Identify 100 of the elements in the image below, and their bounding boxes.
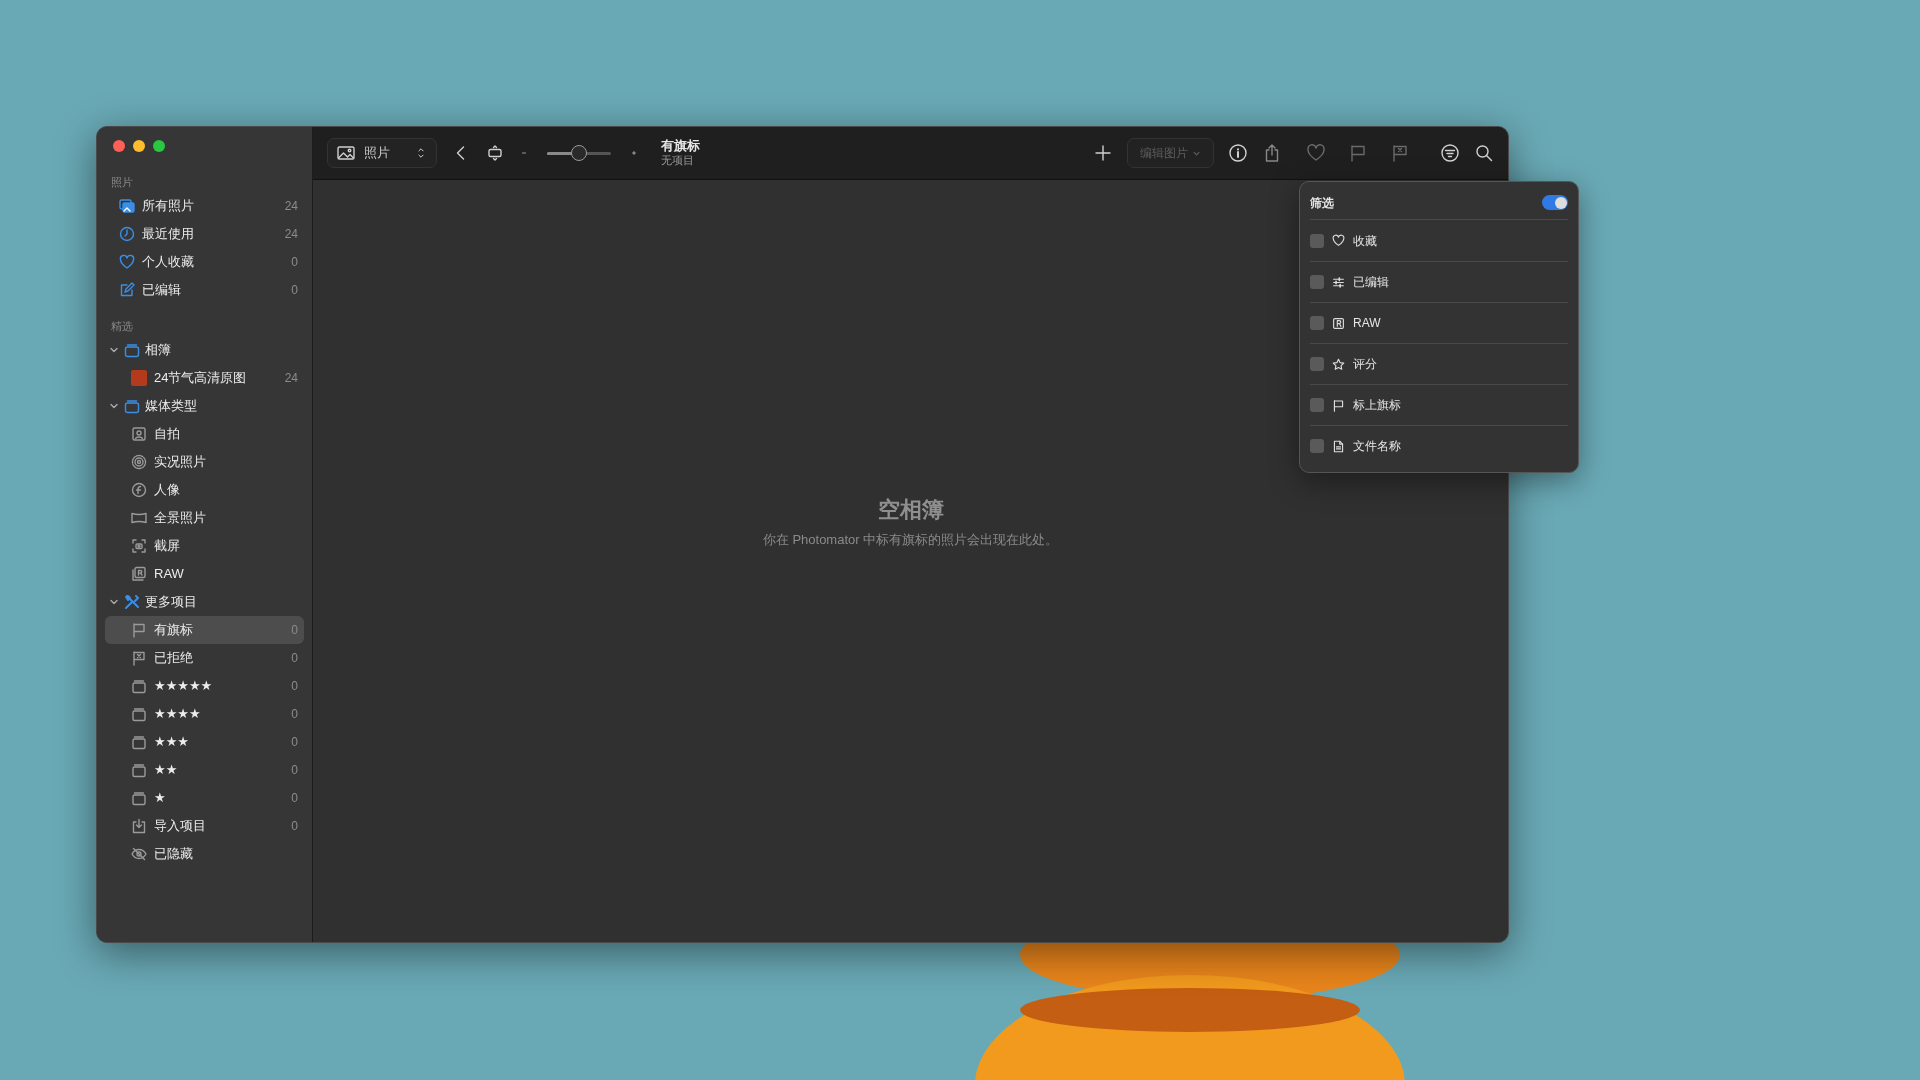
tools-icon <box>124 594 140 610</box>
sidebar-item[interactable]: 有旗标 0 <box>105 616 304 644</box>
sidebar-item[interactable]: ★★★ 0 <box>105 728 304 756</box>
item-label: 人像 <box>154 481 180 500</box>
folder-icon <box>124 398 140 414</box>
import-icon <box>131 818 147 834</box>
slider-thumb[interactable] <box>571 144 587 161</box>
item-count: 24 <box>284 370 298 387</box>
search-icon[interactable] <box>1474 143 1494 163</box>
folder-icon <box>124 342 140 358</box>
sidebar-item[interactable]: 24节气高清原图 24 <box>105 364 304 392</box>
window-subtitle: 无项目 <box>661 154 695 167</box>
item-count: 24 <box>284 226 298 243</box>
item-label: ★★★★★ <box>154 677 213 696</box>
item-label: 有旗标 <box>154 621 193 640</box>
item-label: 全景照片 <box>154 509 206 528</box>
sidebar-item[interactable]: 最近使用 24 <box>105 220 304 248</box>
flag-icon <box>131 622 147 638</box>
popover-title: 筛选 <box>1310 194 1334 212</box>
sidebar-item[interactable]: 已编辑 0 <box>105 276 304 304</box>
section-heading: 照片 <box>110 175 134 190</box>
chevron-icon[interactable] <box>109 597 119 607</box>
close-button[interactable] <box>113 140 125 152</box>
fit-frame-icon[interactable] <box>485 143 505 163</box>
item-count: 0 <box>291 762 298 779</box>
sidebar-item[interactable]: ★★★★ 0 <box>105 700 304 728</box>
filter-checkbox[interactable] <box>1310 275 1324 289</box>
edit-icon <box>119 282 135 298</box>
sidebar-item[interactable]: ★ 0 <box>105 784 304 812</box>
flag-icon[interactable] <box>1348 143 1368 163</box>
zoom-button[interactable] <box>153 140 165 152</box>
minimize-button[interactable] <box>133 140 145 152</box>
view-selector-label: 照片 <box>364 144 390 163</box>
stack-icon <box>131 734 147 750</box>
item-count: 0 <box>291 622 298 639</box>
sidebar-item[interactable]: 截屏 <box>105 532 304 560</box>
chevron-icon[interactable] <box>109 401 119 411</box>
sidebar-item[interactable]: ★★★★★ 0 <box>105 672 304 700</box>
item-label: 24节气高清原图 <box>154 369 247 388</box>
filter-option-label: 标上旗标 <box>1353 397 1401 414</box>
sidebar-item[interactable]: 人像 <box>105 476 304 504</box>
sidebar-item[interactable]: 相簿 <box>105 336 304 364</box>
item-label: 最近使用 <box>142 225 194 244</box>
filter-checkbox[interactable] <box>1310 316 1324 330</box>
chevron-icon[interactable] <box>109 345 119 355</box>
item-label: 个人收藏 <box>142 253 194 272</box>
sidebar-item[interactable]: 已隐藏 <box>105 840 304 868</box>
filter-checkbox[interactable] <box>1310 398 1324 412</box>
add-icon[interactable] <box>1093 143 1113 163</box>
sidebar-item[interactable]: 媒体类型 <box>105 392 304 420</box>
item-label: 相簿 <box>145 341 171 360</box>
item-label: 所有照片 <box>142 197 194 216</box>
sidebar-item[interactable]: 所有照片 24 <box>105 192 304 220</box>
flag-x-icon[interactable] <box>1390 143 1410 163</box>
item-label: 截屏 <box>154 537 180 556</box>
flag-icon <box>1332 398 1345 412</box>
item-count: 0 <box>291 678 298 695</box>
flag-x-icon <box>131 650 147 666</box>
view-selector[interactable]: 照片 <box>327 138 437 168</box>
filter-option-label: 已编辑 <box>1353 274 1389 291</box>
photos-icon <box>119 198 135 214</box>
empty-state-message: 你在 Photomator 中标有旗标的照片会出现在此处。 <box>762 530 1059 549</box>
eye-slash-icon <box>131 846 147 862</box>
info-icon[interactable] <box>1228 143 1248 163</box>
filter-option-label: RAW <box>1353 315 1381 332</box>
sidebar-item[interactable]: 自拍 <box>105 420 304 448</box>
item-label: ★ <box>154 789 166 808</box>
item-label: RAW <box>154 565 184 584</box>
raw-icon <box>1332 316 1345 330</box>
filter-option-label: 文件名称 <box>1353 438 1401 455</box>
filter-checkbox[interactable] <box>1310 233 1324 248</box>
album-thumbnail <box>131 370 147 386</box>
concentric-circles-icon <box>131 454 147 470</box>
sidebar-item[interactable]: RAW <box>105 560 304 588</box>
item-count: 0 <box>291 790 298 807</box>
filter-toggle[interactable] <box>1542 195 1568 210</box>
empty-state-title: 空相簿 <box>877 495 944 524</box>
item-label: 已拒绝 <box>154 649 193 668</box>
item-label: 已编辑 <box>142 281 181 300</box>
raw-file-icon <box>131 566 147 582</box>
filter-checkbox[interactable] <box>1310 439 1324 453</box>
person-square-icon <box>131 426 147 442</box>
sidebar-item[interactable]: 全景照片 <box>105 504 304 532</box>
filter-icon[interactable] <box>1440 143 1460 163</box>
sidebar-item[interactable]: 个人收藏 0 <box>105 248 304 276</box>
sidebar-item[interactable]: 更多项目 <box>105 588 304 616</box>
stack-icon <box>131 762 147 778</box>
item-count: 0 <box>291 282 298 299</box>
sidebar-item[interactable]: 导入项目 0 <box>105 812 304 840</box>
heart-icon <box>119 254 135 270</box>
sidebar-item[interactable]: 已拒绝 0 <box>105 644 304 672</box>
item-label: 自拍 <box>154 425 180 444</box>
filter-checkbox[interactable] <box>1310 357 1324 371</box>
item-count: 24 <box>284 198 298 215</box>
filter-option-label: 收藏 <box>1353 232 1377 250</box>
sidebar-item[interactable]: ★★ 0 <box>105 756 304 784</box>
heart-icon[interactable] <box>1306 143 1326 163</box>
aperture-icon <box>131 482 147 498</box>
sidebar-item[interactable]: 实况照片 <box>105 448 304 476</box>
panorama-icon <box>131 510 147 526</box>
